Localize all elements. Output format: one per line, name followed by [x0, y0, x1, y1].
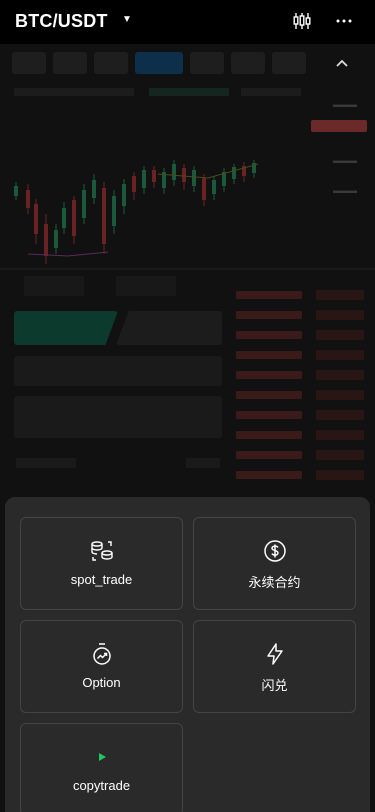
- candlestick-chart: [14, 160, 259, 264]
- timeframe-tab: [231, 52, 265, 74]
- trade-type-sheet: spot_trade 永续合约 Option 闪兑 copytrade: [5, 497, 370, 812]
- last-price-badge: [311, 120, 367, 132]
- orderbook-row: [236, 468, 364, 482]
- dollar-circle-icon: [262, 538, 288, 564]
- menu-item-label: spot_trade: [70, 572, 133, 587]
- orderbook-row: [236, 388, 364, 402]
- top-bar: BTC/USDT ▼: [0, 0, 375, 44]
- menu-item-perpetual[interactable]: 永续合约: [193, 517, 356, 610]
- indicator-row: [14, 88, 302, 98]
- orderbook-row: [236, 348, 364, 362]
- price-field: [14, 356, 222, 386]
- chevron-up-icon[interactable]: [333, 54, 351, 72]
- timeframe-tabs: [12, 52, 312, 78]
- axis-tick: ▬▬▬: [333, 100, 357, 109]
- orderbook-row: [236, 408, 364, 422]
- coins-exchange-icon: [89, 538, 115, 564]
- amount-field: [14, 396, 222, 438]
- orderbook-row: [236, 428, 364, 442]
- timeframe-tab: [12, 52, 46, 74]
- leverage-select: [116, 276, 176, 296]
- timeframe-tab: [272, 52, 306, 74]
- timeframe-tab: [94, 52, 128, 74]
- menu-item-label: 永续合约: [248, 575, 301, 590]
- available-value: [186, 458, 220, 468]
- available-label: [16, 458, 76, 468]
- orderbook-row: [236, 288, 364, 302]
- timeframe-tab: [190, 52, 224, 74]
- menu-item-copytrade[interactable]: copytrade: [20, 723, 183, 812]
- axis-tick: ▬▬▬: [333, 156, 357, 165]
- divider: [0, 268, 375, 270]
- candlestick-settings-icon[interactable]: [291, 10, 313, 32]
- menu-item-label: copytrade: [72, 778, 131, 793]
- order-type-select: [24, 276, 84, 296]
- timeframe-tab-active: [135, 52, 183, 74]
- menu-item-label: 闪兑: [261, 678, 288, 693]
- menu-item-flash-swap[interactable]: 闪兑: [193, 620, 356, 713]
- sell-tab: [116, 311, 222, 345]
- trading-pair-title[interactable]: BTC/USDT: [15, 11, 108, 32]
- orderbook-row: [236, 328, 364, 342]
- play-triangle-icon: [89, 744, 115, 770]
- orderbook-row: [236, 308, 364, 322]
- menu-item-option[interactable]: Option: [20, 620, 183, 713]
- orderbook-row: [236, 368, 364, 382]
- menu-item-spot-trade[interactable]: spot_trade: [20, 517, 183, 610]
- stopwatch-trend-icon: [89, 641, 115, 667]
- axis-tick: ▬▬▬: [333, 186, 357, 195]
- more-horizontal-icon[interactable]: [333, 10, 355, 32]
- caret-down-icon[interactable]: ▼: [122, 14, 132, 25]
- menu-item-label: Option: [82, 675, 121, 690]
- buy-tab: [14, 311, 118, 345]
- orderbook-row: [236, 448, 364, 462]
- timeframe-tab: [53, 52, 87, 74]
- lightning-icon: [262, 641, 288, 667]
